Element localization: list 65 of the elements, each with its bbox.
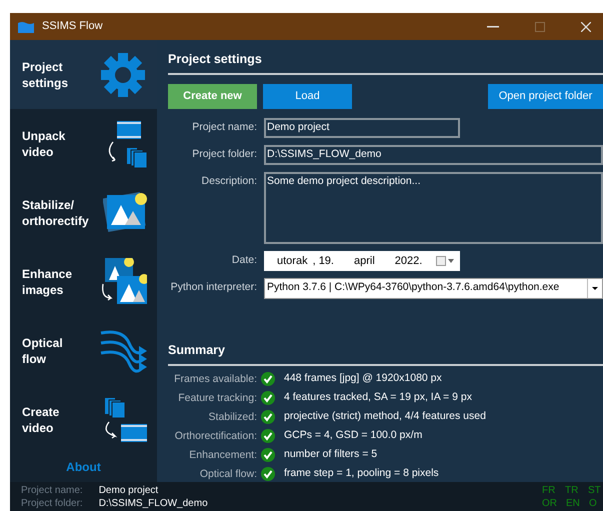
sidebar-item[interactable]: Project settings <box>10 40 157 109</box>
sidebar-item-label: Unpack video <box>22 128 66 160</box>
summary-label: Stabilized: <box>208 410 257 424</box>
date-part: utorak <box>277 254 308 268</box>
summary-value: GCPs = 4, GSD = 100.0 px/m <box>284 428 422 444</box>
landscape-photo-icon <box>103 190 147 234</box>
status-flag-label: O <box>589 497 598 510</box>
sidebar-item[interactable]: Optical flow <box>10 316 157 385</box>
close-icon[interactable] <box>581 22 591 32</box>
date-part: 2022. <box>394 254 422 268</box>
status-flag-label: OR <box>542 497 557 510</box>
summary-value: number of filters = 5 <box>284 447 378 462</box>
status-value: Demo project <box>98 484 160 497</box>
sidebar-item[interactable]: Enhance images <box>10 247 157 316</box>
sidebar-item[interactable]: Stabilize/ orthorectify <box>10 178 157 247</box>
summary-label: Feature tracking: <box>177 390 257 406</box>
status-label: Project folder: <box>21 497 83 510</box>
status-label: Project name: <box>21 484 83 497</box>
field-label: Date: <box>230 252 258 268</box>
section-heading: Summary <box>168 342 226 359</box>
sidebar-item-label: Create video <box>22 404 60 436</box>
frames-to-film-icon <box>103 396 147 444</box>
flow-arrows-icon <box>99 328 147 372</box>
status-flag-label: ST <box>588 484 602 497</box>
input-field[interactable]: Some demo project description... <box>264 172 603 244</box>
field-label: Python interpreter: <box>170 280 258 295</box>
summary-value: 4 features tracked, SA = 19 px, IA = 9 px <box>284 390 472 406</box>
summary-label: Optical flow: <box>198 466 257 482</box>
load-button[interactable]: Load <box>263 84 352 109</box>
caret-icon[interactable] <box>592 286 598 290</box>
sidebar-item[interactable]: Create video <box>10 385 157 454</box>
status-flag-label: EN <box>566 497 580 510</box>
interpreter-dropdown[interactable]: Python 3.7.6 | C:\WPy64-3760\python-3.7.6.amd64\python.exe <box>264 278 603 299</box>
summary-value: 448 frames [jpg] @ 1920x1080 px <box>284 371 442 386</box>
date-picker[interactable]: utorak , 19. april 2022. <box>264 250 460 271</box>
date-part: april <box>354 254 375 268</box>
sidebar-item-label: Stabilize/ orthorectify <box>22 196 89 228</box>
field-label: Project name: <box>191 120 258 135</box>
summary-label: Orthorectification: <box>174 428 257 444</box>
status-flag-label: FR <box>542 484 556 497</box>
input-field[interactable]: Demo project <box>264 118 460 138</box>
input-field[interactable]: D:\SSIMS_FLOW_demo <box>264 144 603 165</box>
summary-value: frame step = 1, pooling = 8 pixels <box>284 466 439 482</box>
calendar-dropdown-icon[interactable] <box>436 256 456 266</box>
field-label: Description: <box>200 174 258 189</box>
sidebar-item-label: Enhance images <box>22 266 72 298</box>
sidebar-item-label: Project settings <box>22 58 68 90</box>
sidebar-item[interactable]: Unpack video <box>10 109 157 178</box>
section-heading: Project settings <box>168 51 263 68</box>
status-value: D:\SSIMS_FLOW_demo <box>98 497 208 510</box>
field-label: Project folder: <box>191 146 258 162</box>
minimize-icon[interactable] <box>487 26 499 28</box>
window-title: SSIMS Flow <box>42 19 103 34</box>
dropdown-value: Python 3.7.6 | C:\WPy64-3760\python-3.7.6.amd64\python.exe <box>266 280 560 296</box>
app-logo-icon <box>18 20 34 32</box>
summary-label: Enhancement: <box>188 448 257 462</box>
summary-value: projective (strict) method, 4/4 features used <box>284 409 486 424</box>
enhance-photos-icon <box>99 258 147 306</box>
about-link[interactable]: About <box>10 458 157 476</box>
summary-label: Frames available: <box>173 372 257 386</box>
open-folder-button[interactable]: Open project folder <box>488 84 603 109</box>
gear-icon <box>99 50 147 98</box>
sidebar-item-label: Optical flow <box>22 334 63 366</box>
date-part: , 19. <box>312 254 334 268</box>
status-flag-label: TR <box>565 484 579 497</box>
